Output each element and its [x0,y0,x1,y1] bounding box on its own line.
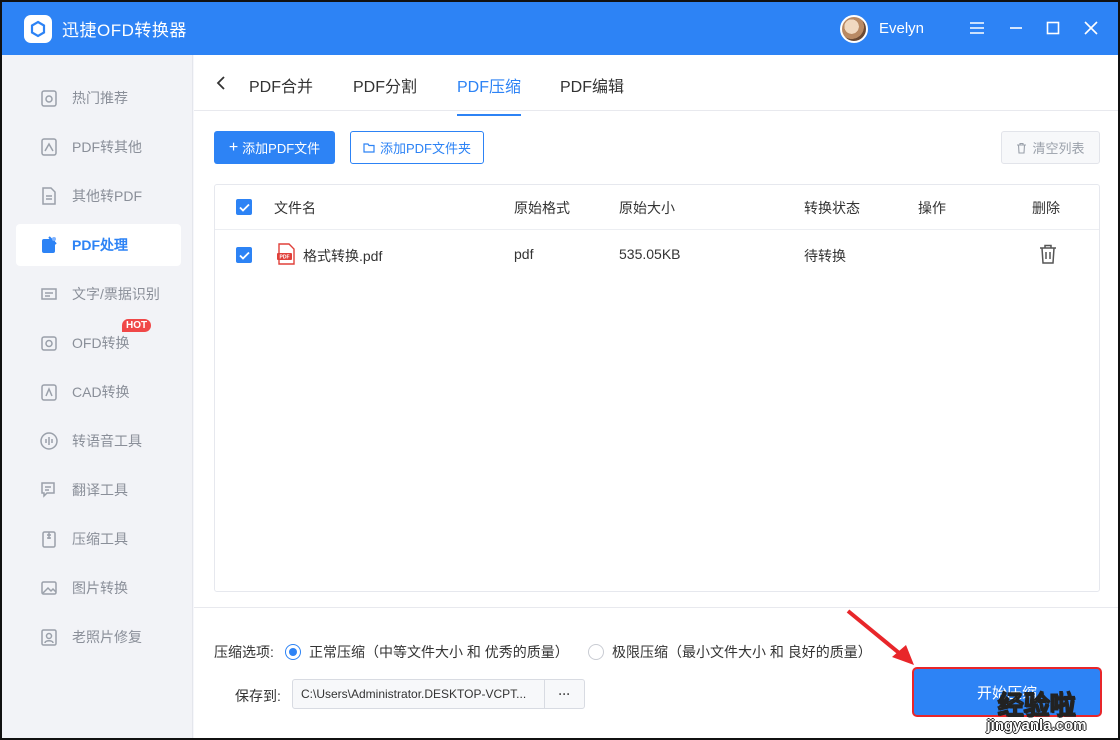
sidebar-item-pdf-process[interactable]: PDF处理 [16,224,181,266]
avatar[interactable] [840,15,868,43]
sidebar-item-label: 文字/票据识别 [72,286,160,302]
folder-icon [363,142,375,153]
app-window: 迅捷OFD转换器 Evelyn 热门推荐 PDF转其他 其他转PDF PDF处理… [0,0,1120,740]
username[interactable]: Evelyn [879,20,924,37]
sidebar-item-label: 其他转PDF [72,188,142,204]
pdf-process-icon [38,234,60,256]
add-pdf-file-label: 添加PDF文件 [242,141,321,156]
sidebar-item-label: 老照片修复 [72,629,142,645]
table-row[interactable]: PDF 格式转换.pdf pdf 535.05KB 待转换 [215,231,1099,279]
delete-trash-icon[interactable] [1039,244,1057,267]
extreme-compress-radio[interactable] [588,644,604,660]
row-format: pdf [514,246,534,262]
translate-icon [38,479,60,501]
save-path-value: C:\Users\Administrator.DESKTOP-VCPT... [301,687,527,701]
compress-icon [38,528,60,550]
tab-pdf-split[interactable]: PDF分割 [353,73,417,97]
normal-compress-label[interactable]: 正常压缩（中等文件大小 和 优秀的质量） [309,642,569,662]
pdf-convert-icon [38,136,60,158]
header-action: 操作 [918,200,946,216]
clear-list-button[interactable]: 清空列表 [1001,131,1100,164]
row-checkbox[interactable] [236,247,252,263]
hot-badge: HOT [122,319,152,332]
row-size: 535.05KB [619,246,681,262]
sidebar-item-voice[interactable]: 转语音工具 [16,420,181,462]
back-chevron-icon[interactable] [214,75,230,91]
sidebar-item-other-to-pdf[interactable]: 其他转PDF [16,175,181,217]
tab-pdf-compress[interactable]: PDF压缩 [457,73,522,116]
title-bar: 迅捷OFD转换器 Evelyn [2,2,1118,55]
compress-options-label: 压缩选项: [214,644,274,660]
header-format: 原始格式 [514,200,570,216]
header-filename: 文件名 [274,200,316,216]
menu-icon[interactable] [965,16,989,40]
header-delete: 删除 [1032,200,1060,216]
sidebar-item-label: 热门推荐 [72,90,128,106]
tab-bar: PDF合并 PDF分割 PDF压缩 PDF编辑 [194,55,1118,116]
sidebar-item-ocr[interactable]: 文字/票据识别 [16,273,181,315]
normal-compress-radio[interactable] [285,644,301,660]
ocr-icon [38,283,60,305]
header-size: 原始大小 [619,200,675,216]
add-pdf-folder-button[interactable]: 添加PDF文件夹 [350,131,484,164]
add-pdf-file-button[interactable]: + 添加PDF文件 [214,131,335,164]
sidebar-item-compress[interactable]: 压缩工具 [16,518,181,560]
sidebar-item-label: 图片转换 [72,580,128,596]
photo-restore-icon [38,626,60,648]
sidebar-item-pdf-to-other[interactable]: PDF转其他 [16,126,181,168]
image-icon [38,577,60,599]
browse-button[interactable]: ··· [544,680,584,708]
close-icon[interactable] [1079,16,1103,40]
sidebar-item-photo-restore[interactable]: 老照片修复 [16,616,181,658]
plus-icon: + [228,138,239,156]
sidebar-item-label: CAD转换 [72,384,130,400]
sidebar-item-label: PDF处理 [72,237,128,253]
annotation-arrow-icon [846,609,914,665]
sidebar-item-label: PDF转其他 [72,139,142,155]
sidebar-item-label: OFD转换 [72,335,130,351]
sidebar-item-hot-recommend[interactable]: 热门推荐 [16,77,181,119]
sidebar-item-label: 翻译工具 [72,482,128,498]
tab-pdf-edit[interactable]: PDF编辑 [560,73,624,97]
sidebar-item-label: 转语音工具 [72,433,142,449]
select-all-checkbox[interactable] [236,199,252,215]
row-filename: 格式转换.pdf [303,248,383,264]
sidebar-item-translate[interactable]: 翻译工具 [16,469,181,511]
row-status: 待转换 [804,248,846,264]
tab-pdf-merge[interactable]: PDF合并 [249,73,313,97]
minimize-icon[interactable] [1004,16,1028,40]
ofd-icon [38,332,60,354]
app-logo-icon [24,14,52,43]
sidebar-item-image[interactable]: 图片转换 [16,567,181,609]
file-table: 文件名 原始格式 原始大小 转换状态 操作 删除 PDF 格式转换.pdf pd… [214,184,1100,592]
main-panel: PDF合并 PDF分割 PDF压缩 PDF编辑 + 添加PDF文件 添加PDF文… [194,55,1118,738]
pdf-file-icon: PDF [276,243,296,268]
watermark-url: jingyanla.com [986,717,1087,734]
maximize-icon[interactable] [1041,16,1065,40]
sidebar-item-cad[interactable]: CAD转换 [16,371,181,413]
hot-recommend-icon [38,87,60,109]
save-to-label: 保存到: [235,688,281,704]
svg-text:PDF: PDF [280,255,290,261]
watermark: 经验啦 jingyanla.com [964,685,1109,737]
extreme-compress-label[interactable]: 极限压缩（最小文件大小 和 良好的质量） [612,642,872,662]
voice-icon [38,430,60,452]
trash-icon [1016,142,1027,154]
sidebar-item-label: 压缩工具 [72,531,128,547]
app-title: 迅捷OFD转换器 [62,21,187,40]
save-path-field[interactable]: C:\Users\Administrator.DESKTOP-VCPT... ·… [292,679,585,709]
clear-list-label: 清空列表 [1032,141,1085,156]
to-pdf-icon [38,185,60,207]
cad-icon [38,381,60,403]
sidebar: 热门推荐 PDF转其他 其他转PDF PDF处理 文字/票据识别 OFD转换 H… [2,55,193,738]
table-header: 文件名 原始格式 原始大小 转换状态 操作 删除 [215,185,1099,230]
add-pdf-folder-label: 添加PDF文件夹 [379,141,471,156]
header-status: 转换状态 [804,200,860,216]
sidebar-item-ofd[interactable]: OFD转换 HOT [16,319,181,364]
